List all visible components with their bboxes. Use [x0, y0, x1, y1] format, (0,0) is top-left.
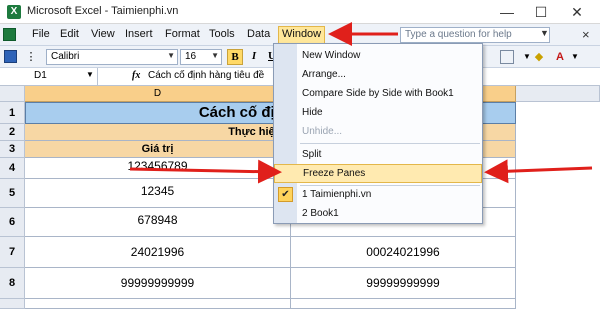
- menu-tools[interactable]: Tools: [207, 28, 237, 40]
- cell-d9[interactable]: [25, 299, 291, 309]
- menu-data[interactable]: Data: [245, 28, 272, 40]
- name-box-value: D1: [34, 70, 47, 81]
- chevron-down-icon[interactable]: ▼: [568, 50, 582, 64]
- cell-d5[interactable]: 12345: [25, 179, 291, 208]
- cell-d4[interactable]: 123456789: [25, 158, 291, 179]
- menu-item-window-2[interactable]: 2 Book1: [274, 204, 482, 223]
- chevron-down-icon: ▼: [167, 51, 175, 60]
- bold-button[interactable]: B: [227, 49, 243, 65]
- italic-button[interactable]: I: [246, 49, 262, 65]
- column-header-f[interactable]: [516, 86, 600, 102]
- cell-d3-header[interactable]: Giá trị: [25, 141, 291, 158]
- menu-item-window-1-label: 1 Taimienphi.vn: [302, 189, 372, 200]
- row-header-9[interactable]: [0, 299, 25, 309]
- help-dropdown-icon[interactable]: ▼: [540, 28, 549, 38]
- menu-item-unhide: Unhide...: [302, 126, 343, 137]
- row-header-1[interactable]: 1: [0, 102, 25, 124]
- menu-insert[interactable]: Insert: [123, 28, 155, 40]
- checkmark-icon: ✔: [278, 187, 293, 202]
- window-menu-dropdown: New Window Arrange... Compare Side by Si…: [273, 43, 483, 224]
- menu-separator: [300, 143, 480, 144]
- font-name-value: Calibri: [51, 51, 80, 62]
- help-search-input[interactable]: Type a question for help: [400, 27, 550, 43]
- cell-d8[interactable]: 99999999999: [25, 268, 291, 299]
- cell-e8[interactable]: 99999999999: [291, 268, 516, 299]
- toolbar-grip-icon: ⋮: [25, 51, 37, 63]
- menu-item-window-1[interactable]: ✔ 1 Taimienphi.vn: [274, 185, 482, 204]
- row-header-7[interactable]: 7: [0, 237, 25, 268]
- menu-item-split[interactable]: Split: [274, 145, 482, 164]
- menu-item-compare-side-by-side[interactable]: Compare Side by Side with Book1: [274, 84, 482, 103]
- menu-file[interactable]: File: [30, 28, 52, 40]
- workbook-icon[interactable]: [3, 28, 16, 41]
- save-icon[interactable]: [4, 50, 17, 63]
- menu-view[interactable]: View: [89, 28, 117, 40]
- title-bar: X Microsoft Excel - Taimienphi.vn — ☐ ✕: [0, 0, 600, 24]
- cell-d6[interactable]: 678948: [25, 208, 291, 237]
- menu-format[interactable]: Format: [163, 28, 202, 40]
- menu-edit[interactable]: Edit: [58, 28, 81, 40]
- fx-icon[interactable]: fx: [132, 70, 140, 81]
- menu-item-hide[interactable]: Hide: [274, 103, 482, 122]
- excel-app-icon: X: [7, 5, 21, 19]
- borders-icon[interactable]: [500, 50, 514, 64]
- minimize-button[interactable]: —: [492, 2, 522, 22]
- menu-item-freeze-panes[interactable]: Freeze Panes: [274, 164, 482, 183]
- select-all-corner[interactable]: [0, 86, 25, 102]
- menu-window[interactable]: Window: [278, 26, 326, 44]
- window-title: Microsoft Excel - Taimienphi.vn: [27, 5, 179, 17]
- row-header-8[interactable]: 8: [0, 268, 25, 299]
- maximize-button[interactable]: ☐: [526, 2, 556, 22]
- formula-input[interactable]: Cách cố định hàng tiêu đề: [148, 70, 264, 81]
- row-header-6[interactable]: 6: [0, 208, 25, 237]
- menu-item-arrange[interactable]: Arrange...: [274, 65, 482, 84]
- column-header-d[interactable]: D: [25, 86, 291, 102]
- cell-e7[interactable]: 00024021996: [291, 237, 516, 268]
- close-button[interactable]: ✕: [562, 2, 592, 22]
- cell-d7[interactable]: 24021996: [25, 237, 291, 268]
- workbook-close-icon[interactable]: ×: [582, 27, 590, 42]
- font-color-icon[interactable]: A: [553, 50, 567, 64]
- chevron-down-icon: ▼: [86, 70, 94, 79]
- font-size-value: 16: [185, 51, 197, 62]
- name-box[interactable]: D1 ▼: [0, 68, 98, 85]
- menu-item-new-window[interactable]: New Window: [274, 46, 482, 65]
- chevron-down-icon: ▼: [211, 51, 219, 60]
- row-header-5[interactable]: 5: [0, 179, 25, 208]
- fill-color-icon[interactable]: ◆: [532, 50, 546, 64]
- row-header-4[interactable]: 4: [0, 158, 25, 179]
- row-header-2[interactable]: 2: [0, 124, 25, 141]
- row-header-3[interactable]: 3: [0, 141, 25, 158]
- font-size-select[interactable]: 16 ▼: [180, 49, 222, 65]
- cell-e9[interactable]: [291, 299, 516, 309]
- font-name-select[interactable]: Calibri ▼: [46, 49, 178, 65]
